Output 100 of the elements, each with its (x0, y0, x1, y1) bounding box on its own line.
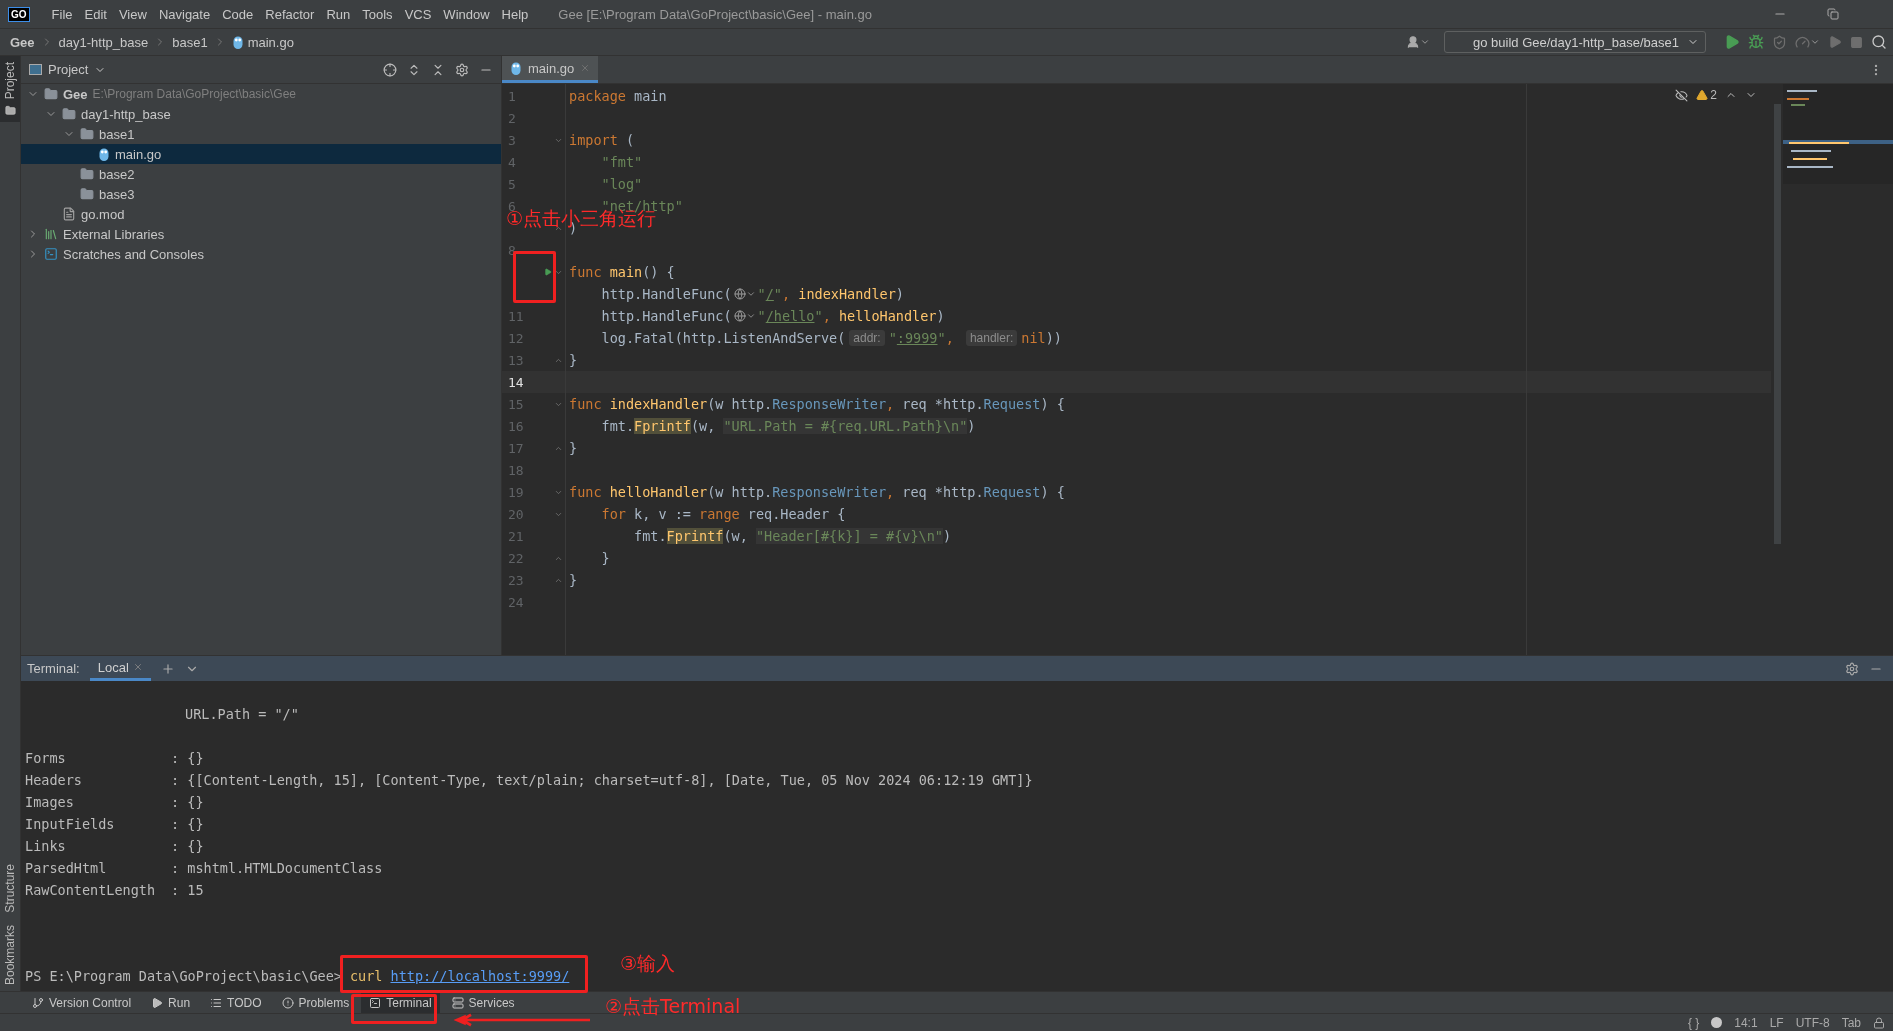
tree-item[interactable]: External Libraries (21, 224, 501, 244)
close-icon[interactable] (132, 662, 143, 672)
field-name: Forms (25, 750, 67, 766)
field-name: Links (25, 838, 67, 854)
terminal-icon (369, 996, 382, 1009)
code-line: func main() { (569, 264, 675, 280)
breadcrumb[interactable]: Gee (10, 34, 35, 50)
breadcrumb[interactable]: day1-http_base (58, 34, 149, 50)
status-item[interactable]: UTF-8 (1795, 1015, 1830, 1030)
warning-count[interactable]: 2 (1696, 88, 1717, 102)
menu-item[interactable]: Navigate (152, 6, 217, 22)
status-item[interactable]: { } (1687, 1015, 1700, 1030)
reader-mode-icon[interactable] (1675, 88, 1689, 102)
menu-item[interactable]: Tools (356, 6, 399, 22)
code-line: } (569, 440, 578, 456)
menu-item[interactable]: Help (495, 6, 535, 22)
settings-icon[interactable] (455, 62, 469, 77)
globe-icon[interactable] (733, 310, 756, 322)
inlay-hint: addr: (849, 330, 885, 346)
status-item[interactable]: LF (1769, 1015, 1784, 1030)
code-text: /hello (765, 308, 815, 324)
run-icon[interactable] (1724, 34, 1740, 50)
menu-item[interactable]: Edit (78, 6, 113, 22)
folder-icon (62, 107, 76, 121)
restore-icon[interactable] (1827, 8, 1839, 20)
highlight-frame (513, 251, 556, 303)
tool-window-button[interactable]: Structure (0, 858, 20, 919)
editor-tab[interactable]: main.go (502, 56, 599, 83)
stop-icon[interactable] (1850, 35, 1863, 49)
code-text: ) (895, 286, 904, 302)
code-text: :9999 (896, 330, 938, 346)
close-icon[interactable] (580, 63, 591, 73)
code-text: " (757, 286, 766, 302)
menu-item[interactable]: VCS (398, 6, 438, 22)
code-line: "fmt" (600, 154, 643, 170)
breadcrumb[interactable]: base1 (172, 34, 208, 50)
tree-item[interactable]: day1-http_base (21, 104, 501, 124)
code-text: nil (1021, 330, 1046, 346)
status-item[interactable]: Tab (1841, 1015, 1861, 1030)
line-number: 18 (507, 462, 525, 478)
panel-title[interactable]: Project (29, 62, 107, 77)
play-icon[interactable] (1828, 35, 1842, 49)
tree-item[interactable]: Scratches and Consoles (21, 244, 501, 264)
line-number: 20 (507, 506, 525, 522)
tree-item[interactable]: base1 (21, 124, 501, 144)
menu-item[interactable]: Refactor (259, 6, 321, 22)
add-icon[interactable] (160, 661, 175, 676)
field-value: : {} (171, 838, 204, 854)
field-value: : {} (171, 794, 204, 810)
url-link[interactable]: http://localhost:9999/ (390, 968, 570, 984)
folder-icon (80, 167, 94, 181)
field-value: : 15 (171, 882, 204, 898)
tree-item[interactable]: main.go (21, 144, 501, 164)
prompt-path: PS E:\Program Data\GoProject\basic\Gee> (25, 968, 342, 984)
line-number: 16 (507, 418, 525, 434)
tree-item[interactable]: base3 (21, 184, 501, 204)
tool-tab[interactable]: Version Control (24, 992, 140, 1013)
go-file-icon (510, 60, 522, 76)
tool-tab[interactable]: Run (143, 992, 199, 1013)
menu-item[interactable]: File (45, 6, 79, 22)
user-icon[interactable] (1406, 35, 1430, 49)
window-title: Gee [E:\Program Data\GoProject\basic\Gee] - main.go (558, 6, 872, 22)
coverage-icon[interactable] (1772, 34, 1787, 50)
server-icon (451, 996, 464, 1009)
settings-icon[interactable] (1845, 661, 1859, 676)
terminal-label: Terminal: (27, 660, 80, 678)
status-item[interactable]: 14:1 (1734, 1015, 1758, 1030)
code-line: fmt.Fprintf(w, "Header[#{k}] = #{v}\n") (633, 528, 952, 544)
lock-icon[interactable] (1873, 1016, 1885, 1029)
field-value: : {[Content-Length, 15], [Content-Type, text/plain; charset=utf-8], [Date, Tue, 05 Nov 2024 06:12:19 GMT]} (171, 772, 1033, 788)
code-line: } (569, 572, 578, 588)
profile-icon[interactable] (1795, 34, 1820, 50)
tool-window-button[interactable]: Bookmarks (0, 918, 20, 991)
tree-item[interactable]: Gee E:\Program Data\GoProject\basic\Gee (21, 84, 501, 104)
run-config-dropdown[interactable]: go build Gee/day1-http_base/base1 (1444, 31, 1706, 53)
scrollbar[interactable] (1773, 104, 1781, 544)
tool-window-button[interactable]: Project (0, 56, 20, 123)
file-icon (62, 207, 76, 221)
collapse-all-icon[interactable] (431, 62, 445, 77)
field-value: : {} (171, 750, 204, 766)
breadcrumb[interactable]: main.go (231, 34, 294, 50)
tool-tab[interactable]: TODO (202, 992, 270, 1013)
locate-icon[interactable] (383, 62, 397, 77)
tree-item[interactable]: go.mod (21, 204, 501, 224)
tool-tab[interactable]: Services (443, 992, 523, 1013)
tool-tab[interactable]: Problems (273, 992, 358, 1013)
annotation-text: ③输入 (620, 955, 676, 972)
code-line: import ( (569, 132, 635, 148)
debug-icon[interactable] (1748, 34, 1764, 50)
run-icon[interactable] (544, 267, 552, 277)
globe-icon[interactable] (733, 288, 756, 300)
list-icon (210, 996, 223, 1009)
session-tab[interactable]: Local (89, 656, 151, 681)
menu-item[interactable]: Window (437, 6, 496, 22)
search-icon[interactable] (1871, 34, 1887, 50)
line-number: 11 (507, 308, 525, 324)
menu-item[interactable]: Run (320, 6, 357, 22)
menu-item[interactable]: Code (216, 6, 260, 22)
menu-item[interactable]: View (112, 6, 153, 22)
tree-item[interactable]: base2 (21, 164, 501, 184)
